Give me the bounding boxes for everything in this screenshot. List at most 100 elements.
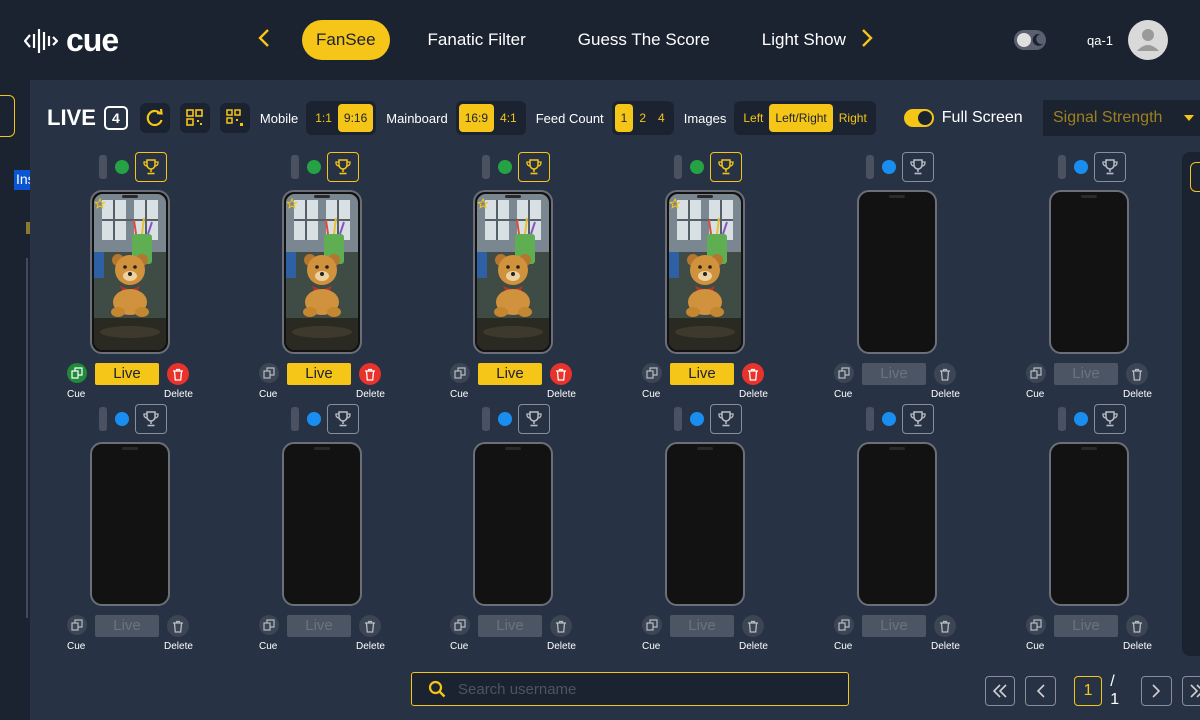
cue-button[interactable] <box>67 615 87 635</box>
phone-preview[interactable] <box>90 442 170 606</box>
live-button[interactable]: Live <box>478 363 542 385</box>
live-button[interactable]: Live <box>1054 615 1118 637</box>
trophy-button[interactable] <box>1094 404 1126 434</box>
cue-button[interactable] <box>642 615 662 635</box>
card-slider[interactable] <box>1058 407 1066 431</box>
delete-button[interactable] <box>1126 615 1148 637</box>
delete-button[interactable] <box>934 615 956 637</box>
trophy-button[interactable] <box>710 152 742 182</box>
phone-preview[interactable] <box>1049 442 1129 606</box>
prev-page-button[interactable] <box>1025 676 1056 706</box>
cue-button[interactable] <box>1026 615 1046 635</box>
first-page-button[interactable] <box>985 676 1016 706</box>
phone-preview[interactable] <box>665 442 745 606</box>
cue-button[interactable] <box>67 363 87 383</box>
card-slider[interactable] <box>291 407 299 431</box>
phone-preview[interactable] <box>473 442 553 606</box>
live-button[interactable]: Live <box>862 615 926 637</box>
card-slider[interactable] <box>866 407 874 431</box>
cue-button[interactable] <box>834 363 854 383</box>
trophy-button[interactable] <box>902 404 934 434</box>
live-button[interactable]: Live <box>670 615 734 637</box>
live-button[interactable]: Live <box>95 615 159 637</box>
delete-button[interactable] <box>359 615 381 637</box>
card-slider[interactable] <box>99 407 107 431</box>
mainboard-ratio-16-9[interactable]: 16:9 <box>458 104 495 132</box>
user-avatar-icon[interactable] <box>1128 20 1168 60</box>
delete-button[interactable] <box>934 363 956 385</box>
qr-code-multi-button[interactable] <box>219 103 250 133</box>
search-input[interactable] <box>458 680 838 698</box>
card-slider[interactable] <box>674 407 682 431</box>
cue-button[interactable] <box>1026 363 1046 383</box>
phone-preview[interactable] <box>90 190 170 354</box>
cue-button[interactable] <box>259 615 279 635</box>
phone-preview[interactable] <box>857 442 937 606</box>
full-screen-toggle[interactable] <box>903 109 934 127</box>
card-slider[interactable] <box>482 407 490 431</box>
card-slider[interactable] <box>482 155 490 179</box>
trophy-button[interactable] <box>135 152 167 182</box>
feed-count-1[interactable]: 1 <box>614 104 634 132</box>
live-button[interactable]: Live <box>287 615 351 637</box>
refresh-button[interactable] <box>139 103 170 133</box>
phone-preview[interactable] <box>1049 190 1129 354</box>
phone-preview[interactable] <box>473 190 553 354</box>
delete-button[interactable] <box>742 363 764 385</box>
trophy-button[interactable] <box>518 152 550 182</box>
images-right[interactable]: Right <box>833 104 873 132</box>
live-button[interactable]: Live <box>287 363 351 385</box>
theme-toggle[interactable] <box>1014 30 1046 50</box>
tab-light-show[interactable]: Light Show <box>748 20 860 60</box>
chevron-right-icon[interactable] <box>861 28 873 54</box>
next-page-button[interactable] <box>1141 676 1172 706</box>
delete-button[interactable] <box>167 363 189 385</box>
signal-strength-select[interactable]: Signal Strength <box>1043 100 1200 136</box>
card-slider[interactable] <box>866 155 874 179</box>
current-page[interactable]: 1 <box>1073 676 1103 706</box>
tab-fansee[interactable]: FanSee <box>302 20 390 60</box>
images-left-right[interactable]: Left/Right <box>769 104 833 132</box>
trophy-button[interactable] <box>135 404 167 434</box>
trophy-button[interactable] <box>902 152 934 182</box>
tab-fanatic-filter[interactable]: Fanatic Filter <box>414 20 540 60</box>
phone-preview[interactable] <box>857 190 937 354</box>
live-button[interactable]: Live <box>1054 363 1118 385</box>
cue-button[interactable] <box>259 363 279 383</box>
live-button[interactable]: Live <box>862 363 926 385</box>
phone-preview[interactable] <box>282 190 362 354</box>
card-slider[interactable] <box>1058 155 1066 179</box>
cue-button[interactable] <box>642 363 662 383</box>
qr-code-button[interactable] <box>179 103 210 133</box>
sidebar-collapsed-button[interactable] <box>0 95 15 137</box>
last-page-button[interactable] <box>1181 676 1200 706</box>
cue-button[interactable] <box>450 615 470 635</box>
trophy-button[interactable] <box>518 404 550 434</box>
phone-preview[interactable] <box>282 442 362 606</box>
phone-preview[interactable] <box>665 190 745 354</box>
delete-button[interactable] <box>550 363 572 385</box>
mobile-ratio-1-1[interactable]: 1:1 <box>309 104 338 132</box>
tab-guess-the-score[interactable]: Guess The Score <box>564 20 724 60</box>
delete-button[interactable] <box>1126 363 1148 385</box>
live-button[interactable]: Live <box>670 363 734 385</box>
images-left[interactable]: Left <box>737 104 769 132</box>
sidebar-selected-item[interactable]: Ins <box>14 170 30 190</box>
card-slider[interactable] <box>291 155 299 179</box>
delete-button[interactable] <box>550 615 572 637</box>
feed-count-4[interactable]: 4 <box>652 104 671 132</box>
feed-count-2[interactable]: 2 <box>633 104 652 132</box>
trophy-button[interactable] <box>710 404 742 434</box>
cue-button[interactable] <box>450 363 470 383</box>
card-slider[interactable] <box>674 155 682 179</box>
delete-button[interactable] <box>742 615 764 637</box>
chevron-left-icon[interactable] <box>258 28 270 54</box>
mainboard-ratio-4-1[interactable]: 4:1 <box>494 104 523 132</box>
live-button[interactable]: Live <box>95 363 159 385</box>
cue-logo[interactable]: cue <box>24 22 119 59</box>
mobile-ratio-9-16[interactable]: 9:16 <box>337 104 374 132</box>
live-button[interactable]: Live <box>478 615 542 637</box>
card-slider[interactable] <box>99 155 107 179</box>
trophy-button[interactable] <box>327 404 359 434</box>
trophy-button[interactable] <box>1094 152 1126 182</box>
